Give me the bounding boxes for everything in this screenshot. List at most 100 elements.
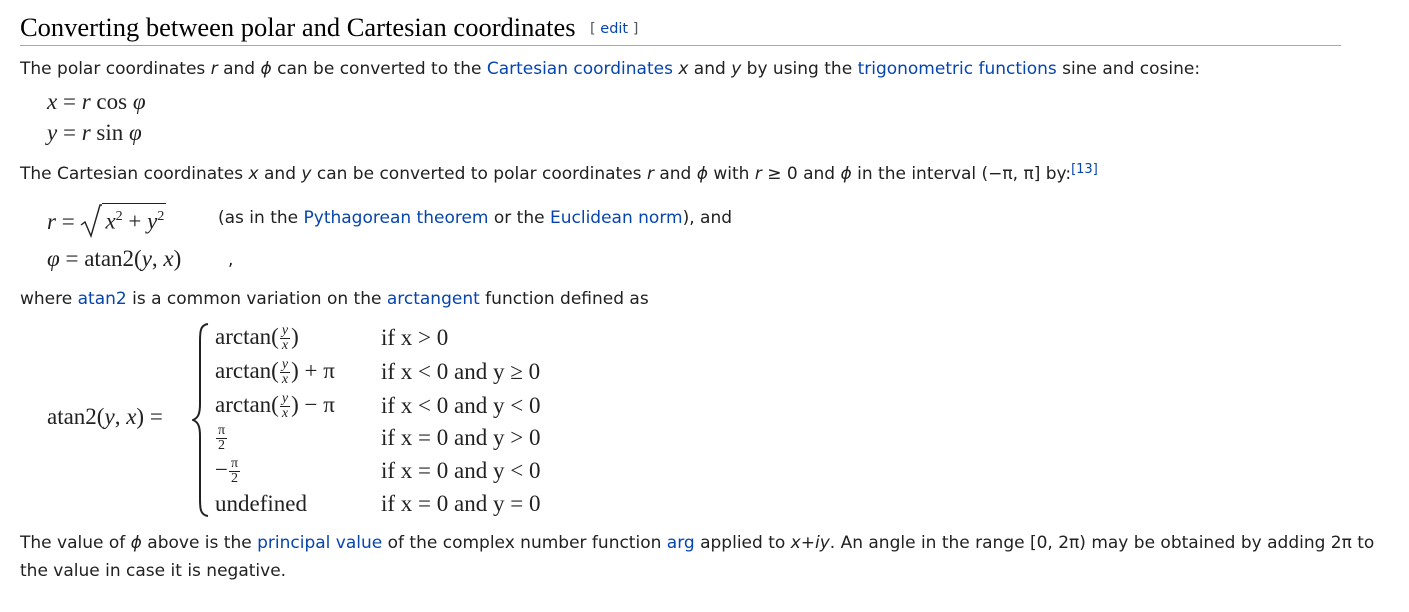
frac-den: x [281,338,289,354]
frac-den: x [281,372,289,388]
math-close: ) [291,358,299,383]
atan2-lhs: atan2(y, x) = [47,404,163,430]
frac-den: 2 [218,438,226,454]
math-sep: , [151,246,164,271]
math-eq: = [59,246,85,271]
text: function defined as [479,289,649,309]
section-heading: Converting between polar and Cartesian c… [20,12,1341,46]
math-y: y [47,120,58,145]
sqrt-expression: x2 + y2 [80,203,167,239]
link-cartesian-coordinates[interactable]: Cartesian coordinates [487,59,673,79]
equation-phi: φ = atan2(y, x) [47,246,181,272]
math-x: x [126,404,137,429]
frac-num: π [228,456,241,473]
trailing-comma: , [228,250,234,270]
math-fn: arctan( [215,324,279,349]
case-value-5: − π 2 [215,457,241,486]
fraction: yx [279,358,291,388]
paragraph-principal-value: The value of ϕ above is the principal va… [20,529,1405,585]
equation-y: y = r sin φ [47,120,142,146]
link-arg[interactable]: arg [667,533,695,553]
text: (as in the [218,208,304,228]
curly-brace-icon [192,323,209,517]
math-r: r [47,209,56,234]
text: and [688,59,732,79]
text: by using the [741,59,858,79]
math-x: x [47,89,58,114]
link-pythagorean-theorem[interactable]: Pythagorean theorem [304,208,489,228]
case-value-6: undefined [215,491,307,516]
case-value-4: π2 [215,424,228,453]
math-fn: arctan( [215,358,279,383]
sqrt-radical-icon [81,204,103,239]
case-condition-6: if x = 0 and y = 0 [381,491,541,516]
math-eq: = [57,120,82,145]
math-close: ) [291,392,299,417]
link-arctangent[interactable]: arctangent [387,289,480,309]
text: or the [488,208,550,228]
var-phi: ϕ [130,533,142,553]
text: can be converted to the [271,59,487,79]
var-phi: ϕ [840,164,852,184]
math-y: y [141,246,152,271]
var-x: x [248,164,259,184]
case-condition-3: if x < 0 and y < 0 [381,393,541,418]
text: and [217,59,261,79]
math-exp: 2 [157,209,165,225]
expr-x-iy: x+iy [790,533,830,553]
sqrt-radicand: x2 + y2 [102,203,167,235]
math-tail: + π [298,358,335,383]
math-prefix: − [215,457,228,482]
edit-bracket-open: [ [590,21,596,37]
case-value-3: arctan(y x) − π [215,392,335,421]
frac-num: y [279,391,291,408]
text: is a common variation on the [126,289,387,309]
math-atan2: atan2( [84,246,142,271]
math-x: x [163,246,174,271]
text: The polar coordinates [20,59,211,79]
fraction: yx [279,391,291,422]
pythagorean-note: (as in the Pythagorean theorem or the Eu… [218,208,732,228]
reference-link[interactable]: [13] [1071,162,1098,177]
math-phi: φ [47,246,60,271]
text: ≥ 0 and [761,164,841,184]
equation-r: r = x2 + y2 [47,203,167,239]
math-sin: sin [90,120,129,145]
math-x: x [105,209,116,234]
edit-bracket-close: ] [632,21,639,37]
math-eq: = [55,209,81,234]
fraction: yx [279,323,291,354]
var-phi: ϕ [696,164,708,184]
frac-num: π [216,423,228,440]
text: sine and cosine: [1056,59,1201,79]
paragraph-atan2: where atan2 is a common variation on the… [20,285,649,313]
link-atan2[interactable]: atan2 [78,289,127,309]
math-plus: + [122,209,148,234]
link-trigonometric-functions[interactable]: trigonometric functions [858,59,1057,79]
text: ), and [682,208,733,228]
frac-den: x [281,406,289,422]
link-euclidean-norm[interactable]: Euclidean norm [550,208,683,228]
paragraph-intro: The polar coordinates r and ϕ can be con… [20,55,1200,83]
case-value-2: arctan(y x) + π [215,358,335,387]
var-r: r [646,164,654,184]
math-phi: φ [129,120,142,145]
case-condition-4: if x = 0 and y > 0 [381,425,541,450]
math-tail: − π [298,392,335,417]
math-r: r [81,120,91,145]
text: of the complex number function [382,533,667,553]
math-exp: 2 [115,209,123,225]
text: where [20,289,78,309]
var-y: y [731,59,742,79]
text: can be converted to polar coordinates [311,164,647,184]
link-principal-value[interactable]: principal value [257,533,382,553]
math-y: y [147,209,158,234]
case-condition-5: if x = 0 and y < 0 [381,458,541,483]
case-condition-2: if x < 0 and y ≥ 0 [381,359,541,384]
text: in the interval (−π, π] by: [851,164,1072,184]
edit-link[interactable]: edit [600,21,628,37]
frac-num: y [279,323,291,340]
var-x: x [678,59,689,79]
math-cos: cos [90,89,133,114]
case-value-1: arctan(y x) [215,324,299,353]
